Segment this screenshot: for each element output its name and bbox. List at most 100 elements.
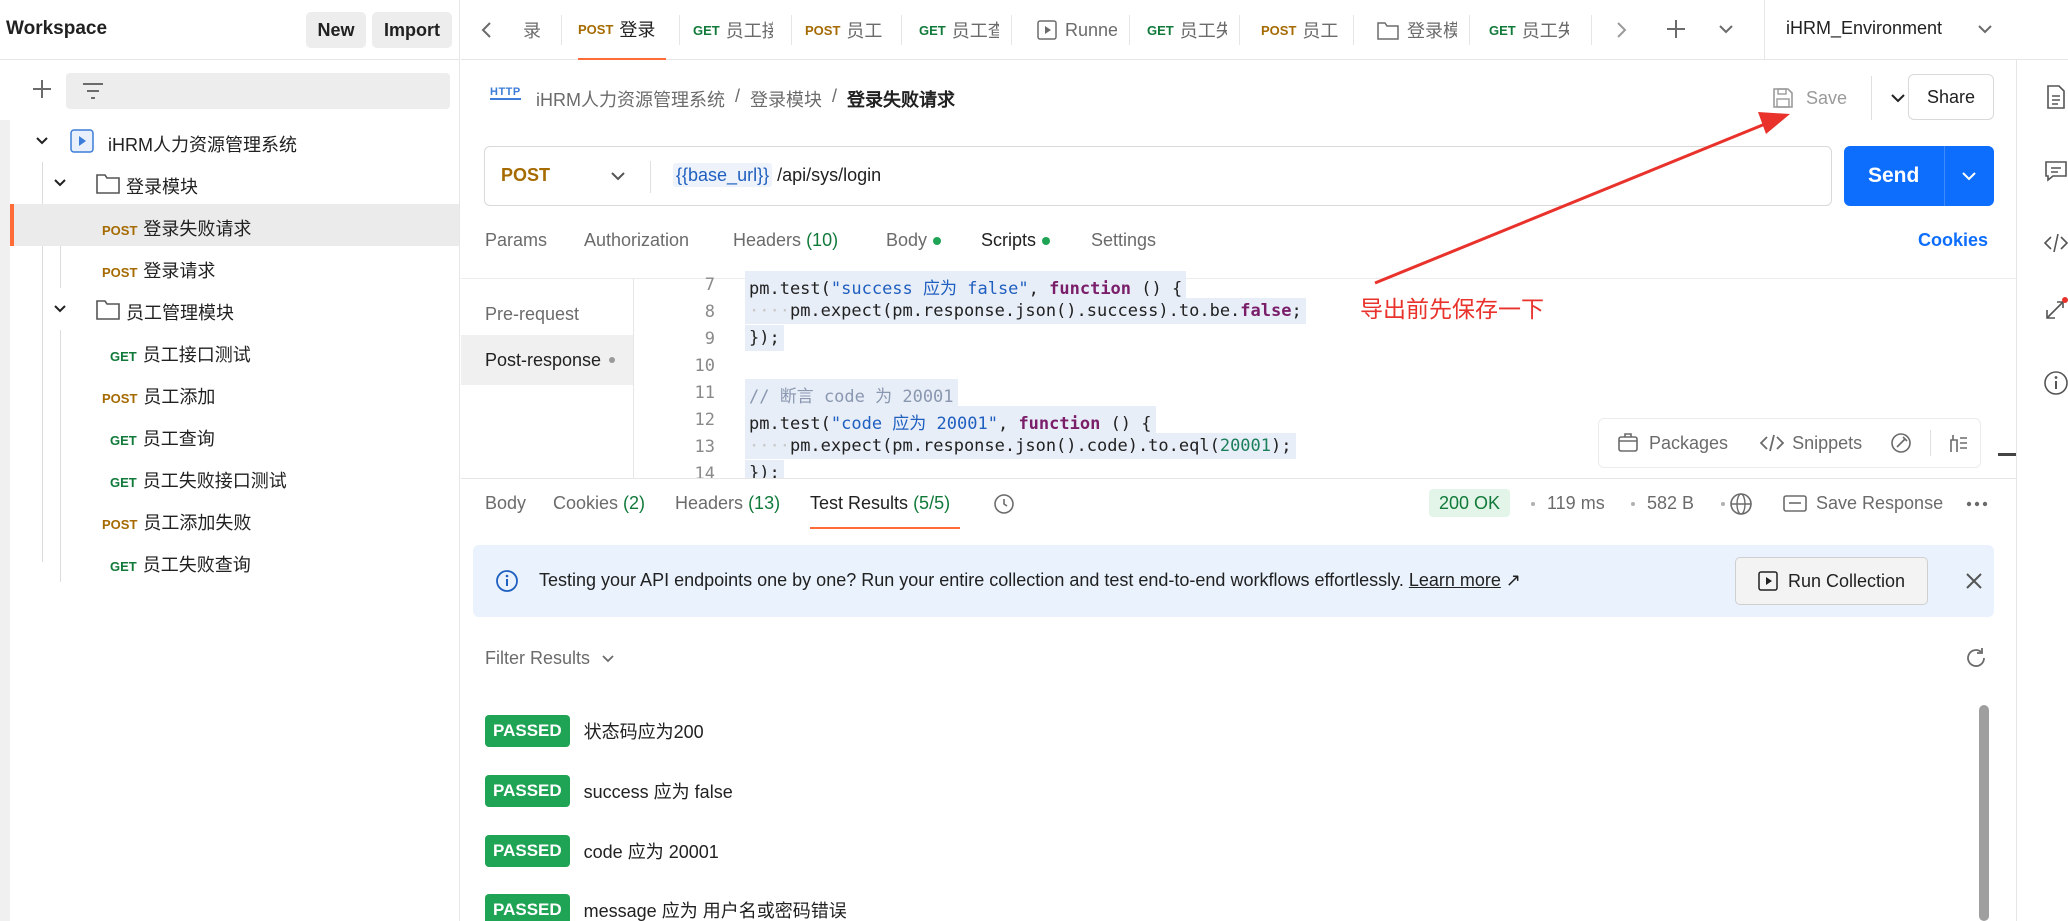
filter-input[interactable]	[66, 73, 450, 109]
response-time[interactable]: 119 ms	[1547, 493, 1605, 514]
request-tab[interactable]: POST 员工	[805, 0, 885, 60]
headers-count: (10)	[806, 230, 839, 250]
response-tab-test-results[interactable]: Test Results (5/5)	[810, 493, 950, 514]
tree-request[interactable]: GET 员工失败查询	[10, 540, 459, 582]
packages-button[interactable]: Packages	[1649, 433, 1728, 454]
chevron-left-icon[interactable]	[479, 20, 495, 40]
tree-request[interactable]: POST 员工添加失败	[10, 498, 459, 540]
request-tab[interactable]: GET 员工失	[1147, 0, 1227, 60]
history-icon[interactable]	[992, 492, 1016, 516]
panel-resize-handle[interactable]	[1998, 453, 2018, 456]
runner-tab[interactable]: Runne	[1037, 0, 1117, 60]
request-tab[interactable]: 录	[523, 0, 553, 60]
method-badge: POST	[102, 223, 138, 238]
response-tab-headers[interactable]: Headers (13)	[675, 493, 780, 514]
run-collection-button[interactable]: Run Collection	[1735, 557, 1928, 605]
external-link-icon: ↗	[1505, 570, 1522, 590]
response-size[interactable]: 582 B	[1647, 493, 1694, 514]
save-button[interactable]: Save	[1772, 76, 1906, 120]
clean-icon[interactable]	[1947, 432, 1969, 454]
pre-request-tab[interactable]: Pre-request	[461, 289, 633, 339]
chevron-down-icon[interactable]	[1717, 22, 1735, 38]
test-name: message 应为 用户名或密码错误	[583, 901, 847, 921]
tab-headers[interactable]: Headers (10)	[733, 230, 838, 251]
tree-folder[interactable]: 登录模块	[10, 162, 459, 204]
folder-tab[interactable]: 登录模	[1377, 0, 1457, 60]
comments-icon[interactable]	[2043, 158, 2068, 184]
request-tab[interactable]: POST 登录	[578, 0, 666, 60]
breadcrumb-current[interactable]: 登录失败请求	[847, 86, 955, 112]
tree-request[interactable]: POST 员工添加	[10, 372, 459, 414]
info-icon[interactable]	[2043, 370, 2068, 396]
cookies-link[interactable]: Cookies	[1918, 230, 1988, 251]
add-icon[interactable]	[28, 75, 56, 103]
method-badge: POST	[578, 21, 614, 37]
sidebar-scrollbar[interactable]	[0, 120, 10, 921]
send-divider	[1944, 146, 1945, 206]
save-response-button[interactable]: Save Response	[1816, 493, 1943, 514]
sidebar: Workspace New Import iHRM人力资源管理系统 登录模块 P…	[0, 0, 460, 921]
related-icon[interactable]	[2043, 296, 2068, 322]
tab-settings[interactable]: Settings	[1091, 230, 1156, 251]
request-tab[interactable]: GET 员工失	[1489, 0, 1569, 60]
chevron-down-icon	[52, 175, 68, 191]
url-input[interactable]: {{base_url}} /api/sys/login	[673, 163, 881, 187]
close-icon[interactable]	[1965, 572, 1983, 590]
documentation-icon[interactable]	[2043, 84, 2068, 110]
code-icon[interactable]	[2043, 230, 2068, 256]
tree-request[interactable]: POST 登录失败请求	[10, 204, 459, 246]
response-tab-cookies[interactable]: Cookies (2)	[553, 493, 645, 514]
tab-params[interactable]: Params	[485, 230, 547, 251]
tree-request[interactable]: GET 员工接口测试	[10, 330, 459, 372]
tab-body[interactable]: Body	[886, 230, 942, 251]
chevron-down-icon[interactable]	[609, 169, 627, 185]
test-name: code 应为 20001	[583, 842, 719, 862]
request-tab[interactable]: GET 员工接	[693, 0, 773, 60]
new-tab-icon[interactable]	[1663, 16, 1689, 42]
status-badge[interactable]: 200 OK	[1429, 489, 1511, 517]
tree-folder[interactable]: 员工管理模块	[10, 288, 459, 330]
refresh-icon[interactable]	[1964, 646, 1988, 670]
send-label: Send	[1868, 164, 1920, 187]
post-response-tab[interactable]: Post-response	[461, 335, 633, 385]
import-button[interactable]: Import	[372, 12, 452, 48]
folder-icon	[1377, 20, 1399, 40]
chevron-down-icon[interactable]	[1976, 22, 1994, 38]
filter-results-dropdown[interactable]: Filter Results	[485, 648, 615, 669]
line-number: 9	[704, 329, 715, 349]
method-badge: GET	[110, 559, 137, 574]
tree-request[interactable]: POST 登录请求	[10, 246, 459, 288]
snippets-button[interactable]: Snippets	[1792, 433, 1862, 454]
save-divider	[1871, 76, 1873, 120]
method-select[interactable]: POST	[501, 165, 550, 186]
share-button[interactable]: Share	[1908, 74, 1994, 120]
tree-request[interactable]: GET 员工查询	[10, 414, 459, 456]
ai-assist-icon[interactable]	[1890, 432, 1912, 454]
test-result-row: PASSED code 应为 20001	[485, 835, 719, 867]
tab-authorization[interactable]: Authorization	[584, 230, 689, 251]
chevron-down-icon[interactable]	[1961, 169, 1977, 183]
breadcrumb: iHRM人力资源管理系统 / 登录模块 / 登录失败请求	[536, 86, 955, 112]
cookies-label: Cookies	[553, 493, 619, 513]
breadcrumb-item[interactable]: iHRM人力资源管理系统	[536, 86, 725, 112]
learn-more-link[interactable]: Learn more	[1409, 570, 1501, 590]
chevron-right-icon[interactable]	[1613, 20, 1629, 40]
breadcrumb-item[interactable]: 登录模块	[750, 86, 822, 112]
results-scrollbar[interactable]	[1979, 705, 1989, 921]
tab-label: 登录	[619, 20, 656, 40]
chevron-down-icon[interactable]	[1890, 91, 1906, 105]
globe-icon[interactable]	[1729, 492, 1753, 516]
new-button[interactable]: New	[306, 12, 366, 48]
tab-scripts[interactable]: Scripts	[981, 230, 1051, 251]
tree-collection[interactable]: iHRM人力资源管理系统	[10, 120, 459, 162]
response-tab-body[interactable]: Body	[485, 493, 526, 514]
more-icon[interactable]	[1966, 501, 1988, 507]
request-tab[interactable]: GET 员工查	[919, 0, 999, 60]
environment-select[interactable]: iHRM_Environment	[1786, 18, 1942, 39]
request-tab[interactable]: POST 员工	[1261, 0, 1341, 60]
method-badge: POST	[805, 22, 841, 38]
tree-request[interactable]: GET 员工失败接口测试	[10, 456, 459, 498]
send-button[interactable]: Send	[1844, 146, 1994, 206]
tree-label: 登录失败请求	[143, 219, 252, 239]
test-name: success 应为 false	[583, 782, 733, 802]
